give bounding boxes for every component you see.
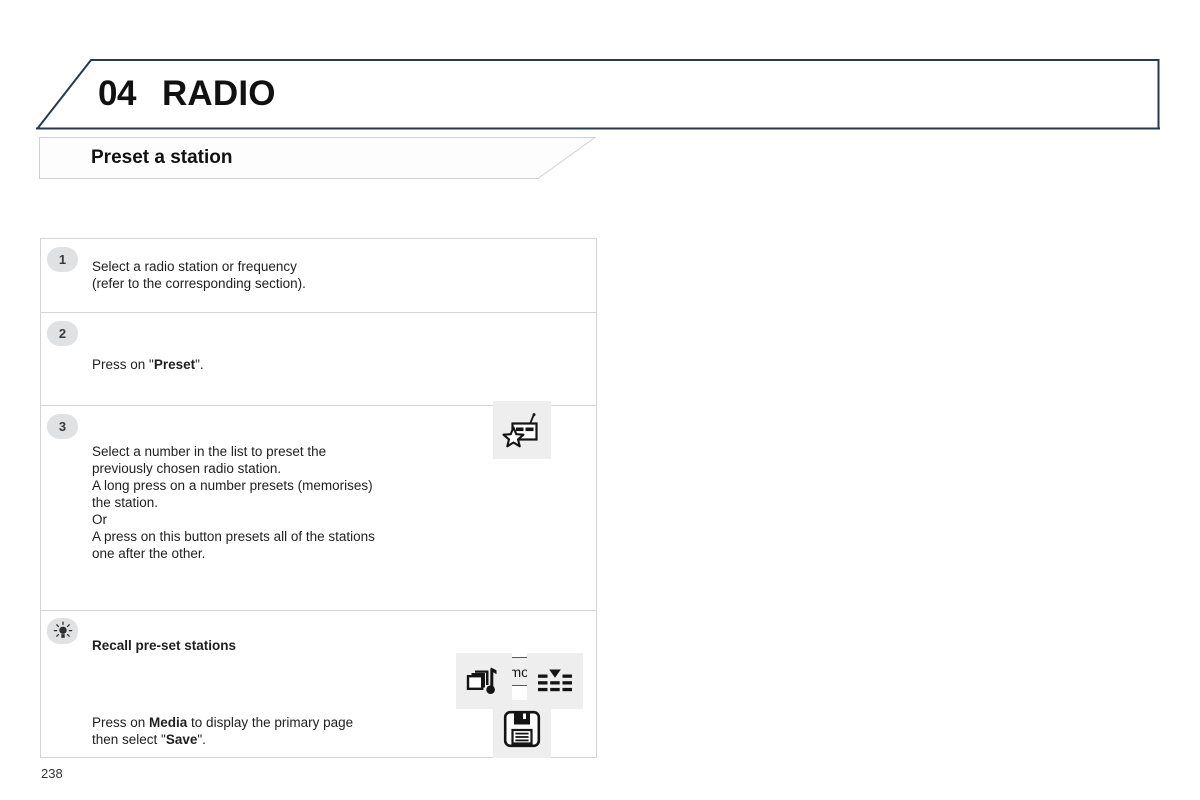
tip-badge: [47, 618, 78, 644]
step-2-suffix: ".: [195, 357, 204, 372]
step-2-prefix: Press on ": [92, 357, 154, 372]
step-1-line-2: (refer to the corresponding section).: [92, 276, 306, 291]
step-3-paragraph-1: Select a number in the list to preset th…: [92, 444, 327, 476]
step-badge-3: 3: [47, 414, 78, 439]
step-3-paragraph-3: Or: [92, 512, 107, 527]
step-badge-2: 2: [47, 321, 78, 346]
list-menu-icon-tile[interactable]: [527, 653, 583, 709]
step-2-bold: Preset: [153, 357, 196, 372]
list-menu-icon: [538, 669, 572, 692]
table-row: 3 Select a number in the list to preset …: [41, 406, 596, 758]
page-number: 238: [41, 766, 63, 781]
media-note-icon-tile[interactable]: [456, 653, 512, 709]
step-3-text: Select a number in the list to preset th…: [92, 443, 375, 562]
table-row: 2 Press on "Preset".: [41, 313, 596, 459]
lightbulb-icon: [53, 621, 72, 638]
section-header-banner: Preset a station: [39, 137, 599, 179]
step-1-line-1: Select a radio station or frequency: [92, 259, 297, 274]
tip-body-bold-save: Save: [165, 732, 198, 747]
chapter-header-banner: 04 RADIO: [36, 57, 1160, 130]
chapter-title: 04 RADIO: [98, 57, 276, 130]
step-3-paragraph-4: A press on this button presets all of th…: [92, 529, 375, 561]
chapter-number: 04: [98, 74, 136, 113]
table-row: 1 Select a radio station or frequency (r…: [41, 239, 596, 313]
step-3-paragraph-2: A long press on a number presets (memori…: [92, 478, 373, 510]
tip-heading: Recall pre-set stations: [92, 638, 237, 653]
tip-body-text: Press on Media to display the primary pa…: [92, 697, 353, 748]
steps-table: 1 Select a radio station or frequency (r…: [40, 238, 597, 758]
chapter-name: RADIO: [161, 74, 276, 113]
tip-body-prefix: Press on: [92, 715, 150, 730]
step-badge-1: 1: [47, 247, 78, 272]
media-note-icon: [466, 667, 497, 694]
table-row: Recall pre-set stations Press on Media t…: [41, 611, 596, 757]
step-1-text: Select a radio station or frequency (ref…: [92, 258, 306, 292]
tip-body-bold-media: Media: [149, 715, 188, 730]
step-2-text: Press on "Preset".: [92, 356, 204, 373]
section-title: Preset a station: [91, 147, 233, 168]
tip-body-suffix: ".: [197, 732, 206, 747]
